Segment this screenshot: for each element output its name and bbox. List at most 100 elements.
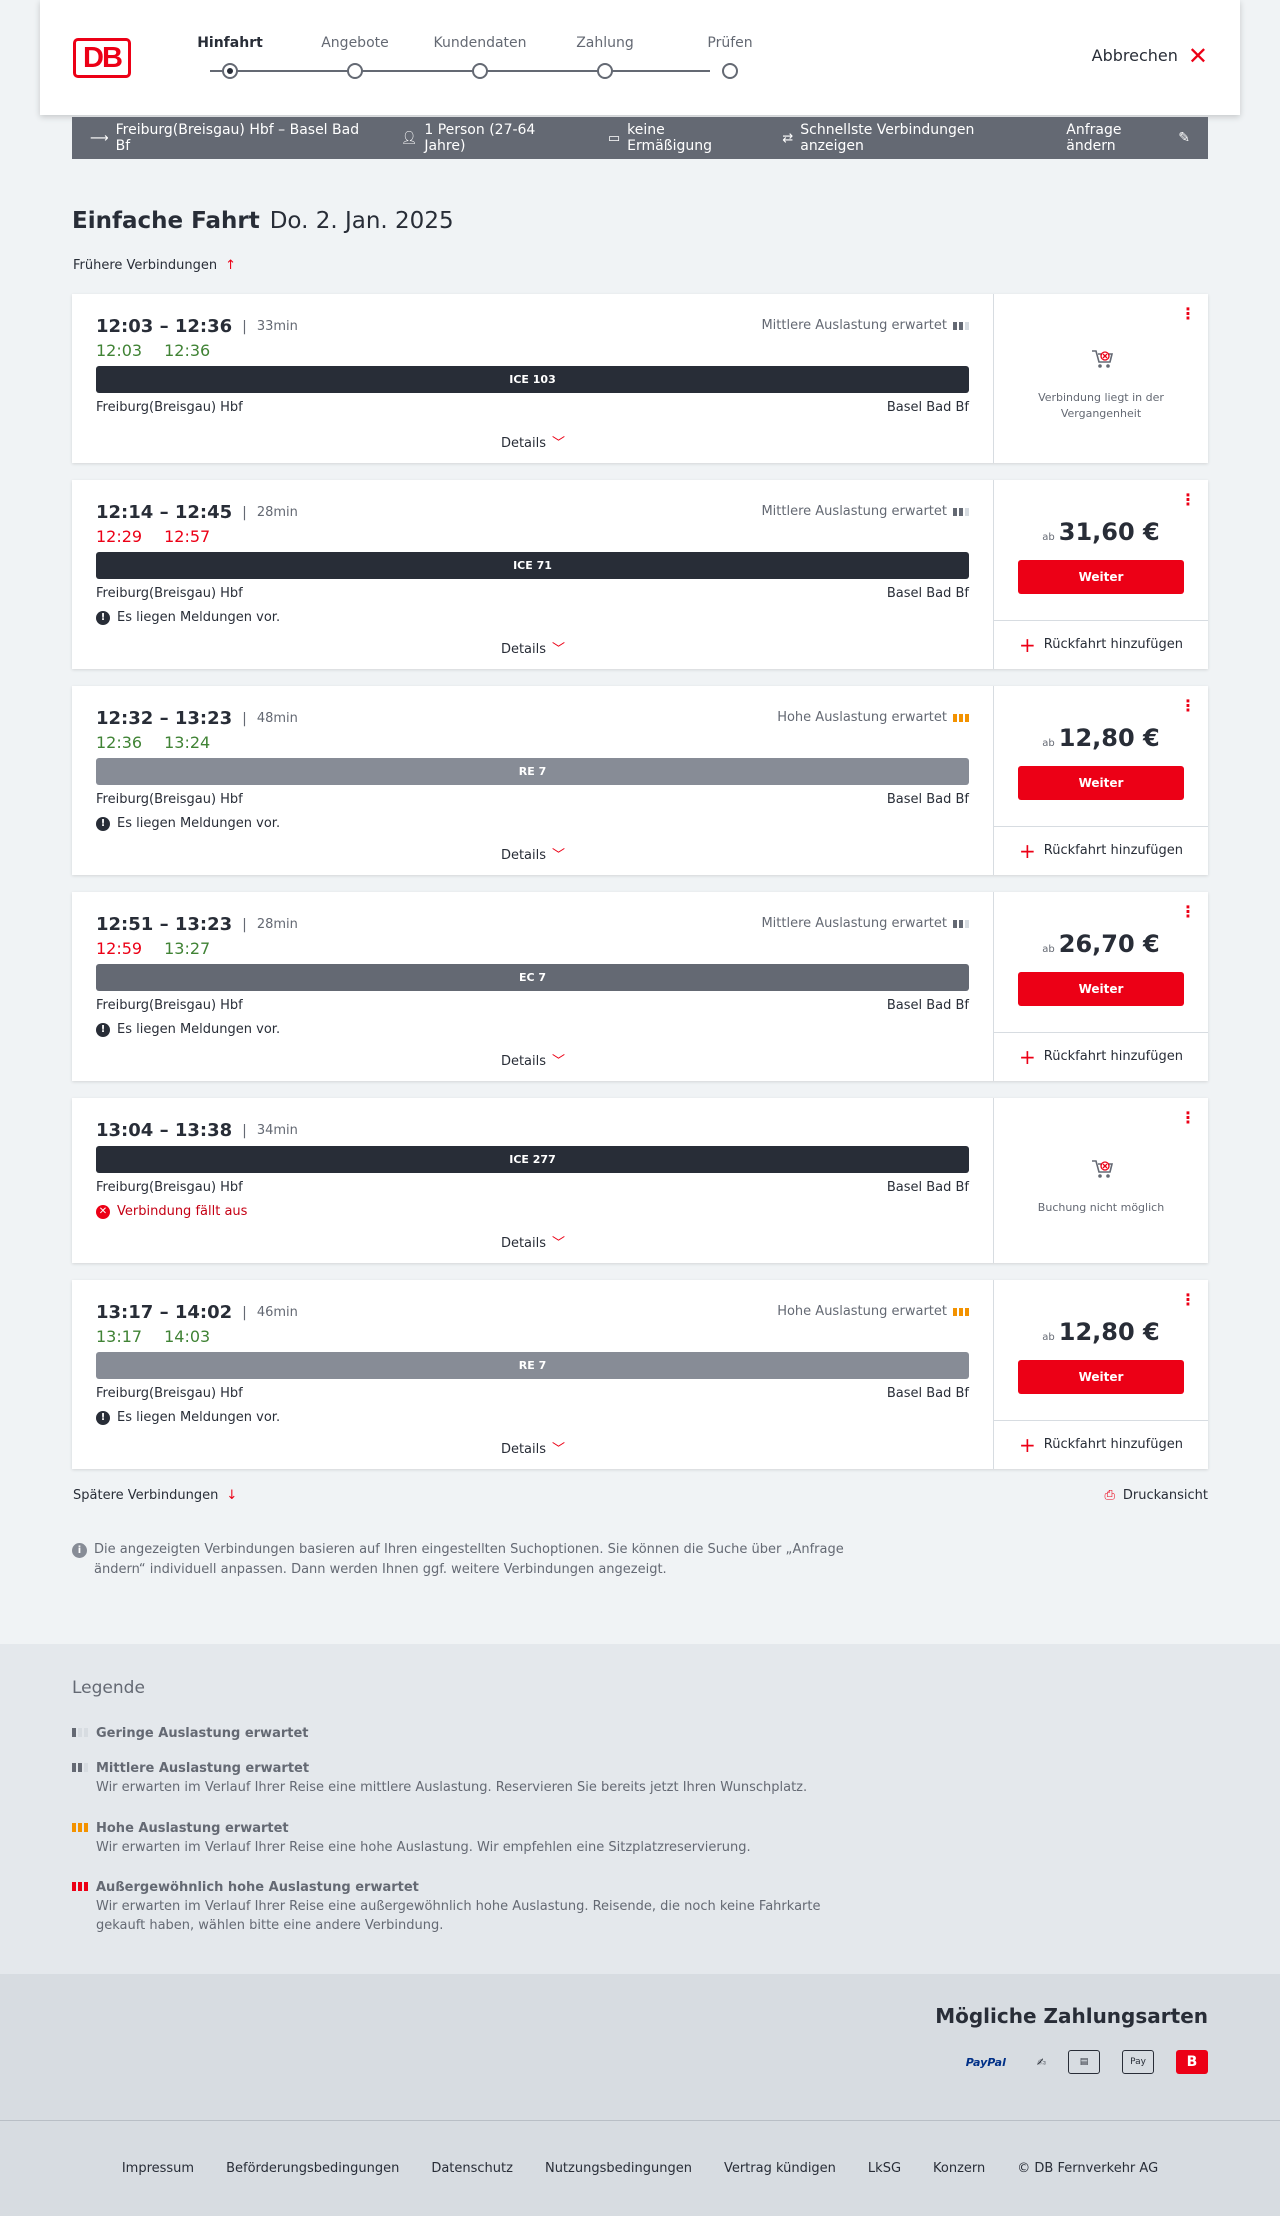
connection-main[interactable]: 12:14 – 12:45 | 28min 12:29 12:57 Mittlere … bbox=[72, 480, 994, 669]
realtime-departure: 12:03 bbox=[96, 341, 143, 360]
more-options-icon[interactable]: ⋮ bbox=[1180, 904, 1196, 920]
search-info-note: i Die angezeigten Verbindungen basieren a… bbox=[72, 1540, 852, 1580]
train-bar[interactable]: ICE 103 bbox=[96, 366, 969, 393]
add-return-button[interactable]: + Rückfahrt hinzufügen bbox=[994, 1420, 1208, 1468]
step-label: Kundendaten bbox=[433, 35, 527, 51]
legend-item-desc: Wir erwarten im Verlauf Ihrer Reise eine… bbox=[96, 1780, 808, 1795]
legend-item: Außergewöhnlich hohe Auslastung erwartet… bbox=[72, 1878, 852, 1935]
summary-persons: 👤︎ 1 Person (27-64 Jahre) bbox=[401, 122, 574, 154]
db-logo[interactable]: DB bbox=[73, 38, 131, 78]
details-label: Details bbox=[500, 1442, 547, 1457]
page-title: Einfache Fahrt Do. 2. Jan. 2025 bbox=[72, 208, 454, 234]
connection-main[interactable]: 12:03 – 12:36 | 33min 12:03 12:36 Mittlere … bbox=[72, 294, 994, 463]
message-text: Es liegen Meldungen vor. bbox=[117, 610, 281, 625]
train-bar[interactable]: ICE 277 bbox=[96, 1146, 969, 1173]
connection-message[interactable]: ! Es liegen Meldungen vor. bbox=[96, 1410, 280, 1425]
person-icon: 👤︎ bbox=[400, 130, 418, 146]
realtime-departure: 12:36 bbox=[96, 733, 143, 752]
connection-card: 12:14 – 12:45 | 28min 12:29 12:57 Mittlere … bbox=[72, 480, 1208, 669]
footer-link-konzern[interactable]: Konzern bbox=[933, 2161, 985, 2176]
apple-pay-icon: Pay bbox=[1122, 2050, 1154, 2074]
more-options-icon[interactable]: ⋮ bbox=[1180, 492, 1196, 508]
realtime-times: 12:29 12:57 bbox=[96, 527, 210, 546]
earlier-connections-link[interactable]: Frühere Verbindungen ↑ bbox=[73, 258, 236, 273]
legend-item: Hohe Auslastung erwartet Wir erwarten im … bbox=[72, 1819, 852, 1857]
chevron-down-icon: ﹀ bbox=[552, 436, 566, 451]
price-value: 12,80 € bbox=[1058, 1318, 1160, 1346]
fastest-text: Schnellste Verbindungen anzeigen bbox=[800, 122, 975, 154]
price: ab 12,80 € bbox=[994, 1318, 1208, 1346]
details-toggle[interactable]: Details ﹀ bbox=[72, 1050, 994, 1069]
details-toggle[interactable]: Details ﹀ bbox=[72, 844, 994, 863]
cart-unavailable-icon bbox=[1092, 350, 1114, 368]
connection-main[interactable]: 13:17 – 14:02 | 46min 13:17 14:03 Hohe Ausl… bbox=[72, 1280, 994, 1469]
alert-icon: ! bbox=[96, 1410, 110, 1425]
train-bar[interactable]: EC 7 bbox=[96, 964, 969, 991]
occupancy-icon bbox=[953, 321, 969, 330]
cancel-button[interactable]: Abbrechen ✕ bbox=[1092, 44, 1208, 68]
train-bar[interactable]: RE 7 bbox=[96, 758, 969, 785]
origin-station: Freiburg(Breisgau) Hbf bbox=[96, 998, 243, 1013]
train-bar[interactable]: ICE 71 bbox=[96, 552, 969, 579]
continue-button[interactable]: Weiter bbox=[1018, 1360, 1184, 1394]
connection-message[interactable]: ✕ Verbindung fällt aus bbox=[96, 1204, 247, 1219]
connection-message[interactable]: ! Es liegen Meldungen vor. bbox=[96, 610, 280, 625]
load-text: Hohe Auslastung erwartet bbox=[777, 710, 947, 725]
info-text: Die angezeigten Verbindungen basieren au… bbox=[94, 1542, 844, 1577]
planned-times: 13:04 – 13:38 bbox=[96, 1120, 233, 1141]
details-label: Details bbox=[500, 1236, 547, 1251]
payment-title: Mögliche Zahlungsarten bbox=[935, 2004, 1208, 2028]
step-kundendaten[interactable]: Kundendaten bbox=[430, 35, 530, 79]
connection-times: 12:32 – 13:23 | 48min bbox=[96, 708, 298, 729]
footer-link-impressum[interactable]: Impressum bbox=[122, 2161, 194, 2176]
return-label: Rückfahrt hinzufügen bbox=[1043, 1437, 1183, 1452]
edit-request-button[interactable]: Anfrage ändern ✎ bbox=[1066, 122, 1190, 154]
more-options-icon[interactable]: ⋮ bbox=[1180, 698, 1196, 714]
connection-side: ⋮ ab 12,80 € Weiter + Rückfahrt hinzufügen bbox=[994, 686, 1208, 875]
later-connections-link[interactable]: Spätere Verbindungen ↓ bbox=[73, 1488, 237, 1503]
load-text: Mittlere Auslastung erwartet bbox=[761, 318, 947, 333]
footer-link-lksg[interactable]: LkSG bbox=[868, 2161, 901, 2176]
connection-main[interactable]: 12:32 – 13:23 | 48min 12:36 13:24 Hohe Ausl… bbox=[72, 686, 994, 875]
step-hinfahrt[interactable]: Hinfahrt bbox=[180, 35, 280, 79]
add-return-button[interactable]: + Rückfahrt hinzufügen bbox=[994, 620, 1208, 668]
footer-link-datenschutz[interactable]: Datenschutz bbox=[431, 2161, 513, 2176]
connection-message[interactable]: ! Es liegen Meldungen vor. bbox=[96, 1022, 280, 1037]
footer-link-vertrag-kuendigen[interactable]: Vertrag kündigen bbox=[724, 2161, 836, 2176]
details-toggle[interactable]: Details ﹀ bbox=[72, 432, 994, 451]
continue-button[interactable]: Weiter bbox=[1018, 560, 1184, 594]
footer-link-befoerderungsbedingungen[interactable]: Beförderungsbedingungen bbox=[226, 2161, 399, 2176]
connection-times: 12:51 – 13:23 | 28min bbox=[96, 914, 298, 935]
details-toggle[interactable]: Details ﹀ bbox=[72, 1438, 994, 1457]
destination-station: Basel Bad Bf bbox=[886, 400, 969, 415]
more-options-icon[interactable]: ⋮ bbox=[1180, 306, 1196, 322]
persons-text: 1 Person (27-64 Jahre) bbox=[424, 122, 536, 154]
connection-main[interactable]: 13:04 – 13:38 | 34min ICE 277 Freiburg(Bre… bbox=[72, 1098, 994, 1263]
print-view-link[interactable]: ⎙ Druckansicht bbox=[1104, 1488, 1208, 1503]
details-toggle[interactable]: Details ﹀ bbox=[72, 638, 994, 657]
footer-link-nutzungsbedingungen[interactable]: Nutzungsbedingungen bbox=[545, 2161, 692, 2176]
occupancy-low-icon bbox=[72, 1728, 88, 1737]
train-bar[interactable]: RE 7 bbox=[96, 1352, 969, 1379]
more-options-icon[interactable]: ⋮ bbox=[1180, 1292, 1196, 1308]
duration: 34min bbox=[256, 1123, 298, 1138]
plus-icon: + bbox=[1019, 1044, 1036, 1069]
connection-card: 12:32 – 13:23 | 48min 12:36 13:24 Hohe Ausl… bbox=[72, 686, 1208, 875]
step-zahlung[interactable]: Zahlung bbox=[555, 35, 655, 79]
duration: 48min bbox=[256, 711, 298, 726]
continue-button[interactable]: Weiter bbox=[1018, 766, 1184, 800]
connection-main[interactable]: 12:51 – 13:23 | 28min 12:59 13:27 Mittlere … bbox=[72, 892, 994, 1081]
connection-message[interactable]: ! Es liegen Meldungen vor. bbox=[96, 816, 280, 831]
add-return-button[interactable]: + Rückfahrt hinzufügen bbox=[994, 1032, 1208, 1080]
step-dot bbox=[347, 63, 363, 79]
more-options-icon[interactable]: ⋮ bbox=[1180, 1110, 1196, 1126]
chevron-down-icon: ﹀ bbox=[552, 848, 566, 863]
continue-button[interactable]: Weiter bbox=[1018, 972, 1184, 1006]
step-angebote[interactable]: Angebote bbox=[305, 35, 405, 79]
legend-item-name: Mittlere Auslastung erwartet bbox=[96, 1761, 310, 1776]
message-text: Es liegen Meldungen vor. bbox=[117, 1410, 281, 1425]
details-toggle[interactable]: Details ﹀ bbox=[72, 1232, 994, 1251]
add-return-button[interactable]: + Rückfahrt hinzufügen bbox=[994, 826, 1208, 874]
step-pruefen[interactable]: Prüfen bbox=[680, 35, 780, 79]
legend-item-name: Hohe Auslastung erwartet bbox=[96, 1821, 289, 1836]
